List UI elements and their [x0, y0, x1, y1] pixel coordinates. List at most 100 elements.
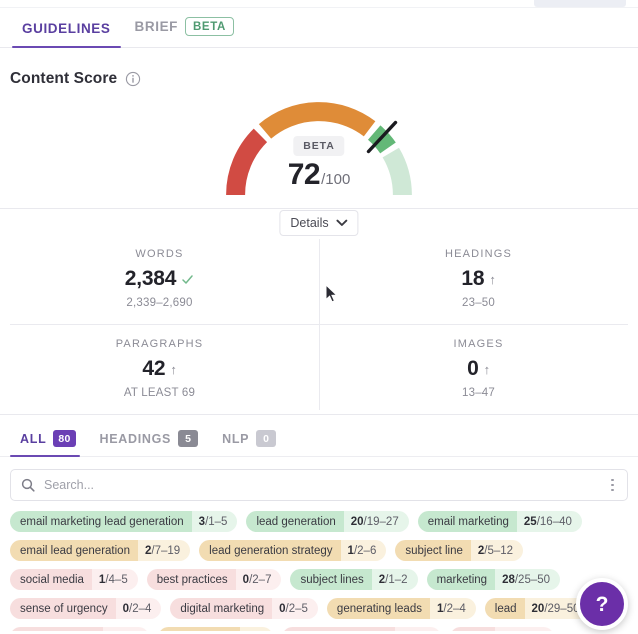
keyword-chip-used: 28 — [502, 573, 515, 586]
stat-words-range: 2,339–2,690 — [126, 297, 193, 309]
stat-paragraphs-range: AT LEAST 69 — [123, 387, 196, 399]
keyword-chip-count: 2/7–19 — [137, 540, 191, 561]
tab-guidelines-label: GUIDELINES — [22, 21, 111, 36]
keyword-chip-target: /2–5 — [285, 602, 308, 615]
keyword-chip[interactable]: generating leads 1/2–4 — [326, 598, 476, 619]
keyword-chip-count: 1/2–4 — [429, 598, 476, 619]
keyword-chip-used: 20 — [531, 602, 545, 615]
keyword-chip[interactable]: digital marketing 0/2–5 — [170, 598, 318, 619]
keyword-chip-term: create a sense — [10, 627, 104, 631]
filter-tab-headings-label: HEADINGS — [99, 431, 172, 446]
keyword-chip[interactable]: email marketing lead generation 3/1–5 — [10, 511, 238, 532]
filter-tab-nlp-count: 0 — [256, 430, 277, 447]
page-title: Content Score — [10, 70, 118, 87]
stat-images-label: IMAGES — [453, 338, 504, 350]
keyword-chip[interactable]: marketing strategy0/2–5 — [282, 627, 441, 631]
details-label: Details — [290, 216, 329, 230]
keyword-chip[interactable]: lead 20/29–50 — [484, 598, 590, 619]
keyword-chip-count: 3/1–5 — [191, 511, 238, 532]
stat-words-label: WORDS — [135, 248, 184, 260]
keyword-chip[interactable]: lead generation 20/19–27 — [246, 511, 409, 532]
score-denominator: /100 — [321, 171, 351, 188]
filter-tab-headings[interactable]: HEADINGS 5 — [90, 430, 213, 456]
keyword-chip[interactable]: marketing 28/25–50 — [426, 569, 561, 590]
keyword-chip[interactable]: call to action1/2 — [158, 627, 274, 631]
content-score-header: Content Score — [0, 48, 638, 88]
stat-paragraphs-value-group: 42 ↑ — [0, 357, 319, 381]
search-input[interactable] — [35, 478, 609, 492]
stat-headings-range: 23–50 — [462, 297, 495, 309]
keyword-chip-term: subject lines — [290, 569, 372, 590]
keyword-chip-term: call to action — [158, 627, 241, 631]
search-box[interactable] — [10, 469, 628, 501]
gauge-bottom-divider — [0, 208, 638, 209]
info-circle-icon[interactable] — [125, 71, 141, 87]
beta-badge: BETA — [185, 17, 234, 36]
keyword-chip-count: 25/16–40 — [516, 511, 582, 532]
stat-words: WORDS 2,384 2,339–2,690 — [0, 235, 319, 324]
stat-headings-label: HEADINGS — [444, 248, 513, 260]
score-gauge: BETA 72 /100 — [0, 94, 638, 303]
keyword-chip-term: marketing — [426, 569, 496, 590]
stat-images-value: 0 — [467, 357, 479, 380]
stat-words-value-group: 2,384 — [0, 267, 319, 291]
stats-grid: WORDS 2,384 2,339–2,690 HEADINGS 18 ↑ 23… — [0, 235, 638, 414]
stat-headings-value-group: 18 ↑ — [319, 267, 638, 291]
tab-guidelines[interactable]: GUIDELINES — [10, 21, 123, 48]
keyword-chip[interactable]: sense of urgency 0/2–4 — [10, 598, 162, 619]
stat-paragraphs: PARAGRAPHS 42 ↑ AT LEAST 69 — [0, 325, 319, 414]
keyword-chip-count: 1/2–6 — [340, 540, 387, 561]
keyword-chip[interactable]: email lead generation 2/7–19 — [10, 540, 191, 561]
arrow-up-icon: ↑ — [170, 361, 177, 377]
keyword-chip[interactable]: email marketing 25/16–40 — [417, 511, 582, 532]
keyword-chip-target: /2–6 — [353, 544, 377, 557]
keyword-chip[interactable]: best practices 0/2–7 — [146, 569, 282, 590]
keyword-chip[interactable]: leads5/16–31 — [449, 627, 554, 631]
keyword-chip-list: email marketing lead generation 3/1–5 lead… — [0, 501, 638, 631]
stat-words-value: 2,384 — [124, 267, 177, 290]
stat-paragraphs-label: PARAGRAPHS — [115, 338, 204, 350]
keyword-chip-term: leads — [449, 627, 496, 631]
filter-tab-nlp[interactable]: NLP 0 — [212, 430, 290, 456]
keyword-chip[interactable]: subject line 2/5–12 — [395, 540, 524, 561]
gauge-beta-chip: BETA — [293, 136, 345, 156]
keyword-chip[interactable]: social media 1/4–5 — [10, 569, 138, 590]
filter-tab-all[interactable]: ALL 80 — [10, 430, 90, 457]
stat-images: IMAGES 0 ↑ 13–47 — [319, 325, 638, 414]
kebab-menu-icon[interactable] — [608, 475, 617, 496]
keyword-chip-target: /2–4 — [129, 602, 152, 615]
keyword-chip-target: /5–12 — [484, 544, 514, 557]
keyword-chip-count: 0/2–5 — [394, 627, 441, 631]
keyword-chip-term: subject line — [395, 540, 471, 561]
keyword-chip-target: /29–50 — [544, 602, 580, 615]
arrow-up-icon: ↑ — [489, 271, 496, 287]
score-value-group: 72 /100 — [288, 158, 351, 192]
keyword-chip-count: 1/2 — [240, 627, 274, 631]
keyword-chip-count: 28/25–50 — [495, 569, 561, 590]
keyword-chip-count: 20/19–27 — [343, 511, 409, 532]
keyword-filter-tabbar: ALL 80 HEADINGS 5 NLP 0 — [0, 415, 638, 457]
keyword-chip-term: sense of urgency — [10, 598, 116, 619]
keyword-chip-target: /19–27 — [363, 515, 399, 528]
score-number: 72 — [287, 158, 321, 191]
keyword-chip-term: email lead generation — [10, 540, 138, 561]
keyword-chip-used: 20 — [350, 515, 364, 528]
keyword-chip-count: 1/4–5 — [91, 569, 138, 590]
filter-tab-all-label: ALL — [20, 431, 47, 446]
keyword-chip-target: /2–4 — [443, 602, 466, 615]
stat-headings: HEADINGS 18 ↑ 23–50 — [319, 235, 638, 324]
filter-tab-headings-count: 5 — [178, 430, 199, 447]
content-score-panel: GUIDELINES BRIEF BETA Content Score BETA… — [0, 0, 638, 634]
keyword-chip-target: /25–50 — [514, 573, 551, 586]
keyword-chip[interactable]: subject lines 2/1–2 — [290, 569, 418, 590]
tab-brief[interactable]: BRIEF BETA — [123, 17, 246, 47]
keyword-chip-term: social media — [10, 569, 92, 590]
keyword-chip[interactable]: lead generation strategy 1/2–6 — [199, 540, 387, 561]
keyword-chip-term: marketing strategy — [282, 627, 395, 631]
keyword-chip-term: lead generation strategy — [199, 540, 341, 561]
keyword-chip-term: digital marketing — [170, 598, 273, 619]
keyword-chip[interactable]: create a sense0/2–4 — [10, 627, 150, 631]
stat-images-range: 13–47 — [462, 387, 495, 399]
details-dropdown-button[interactable]: Details — [279, 210, 359, 236]
help-button[interactable]: ? — [576, 578, 628, 630]
